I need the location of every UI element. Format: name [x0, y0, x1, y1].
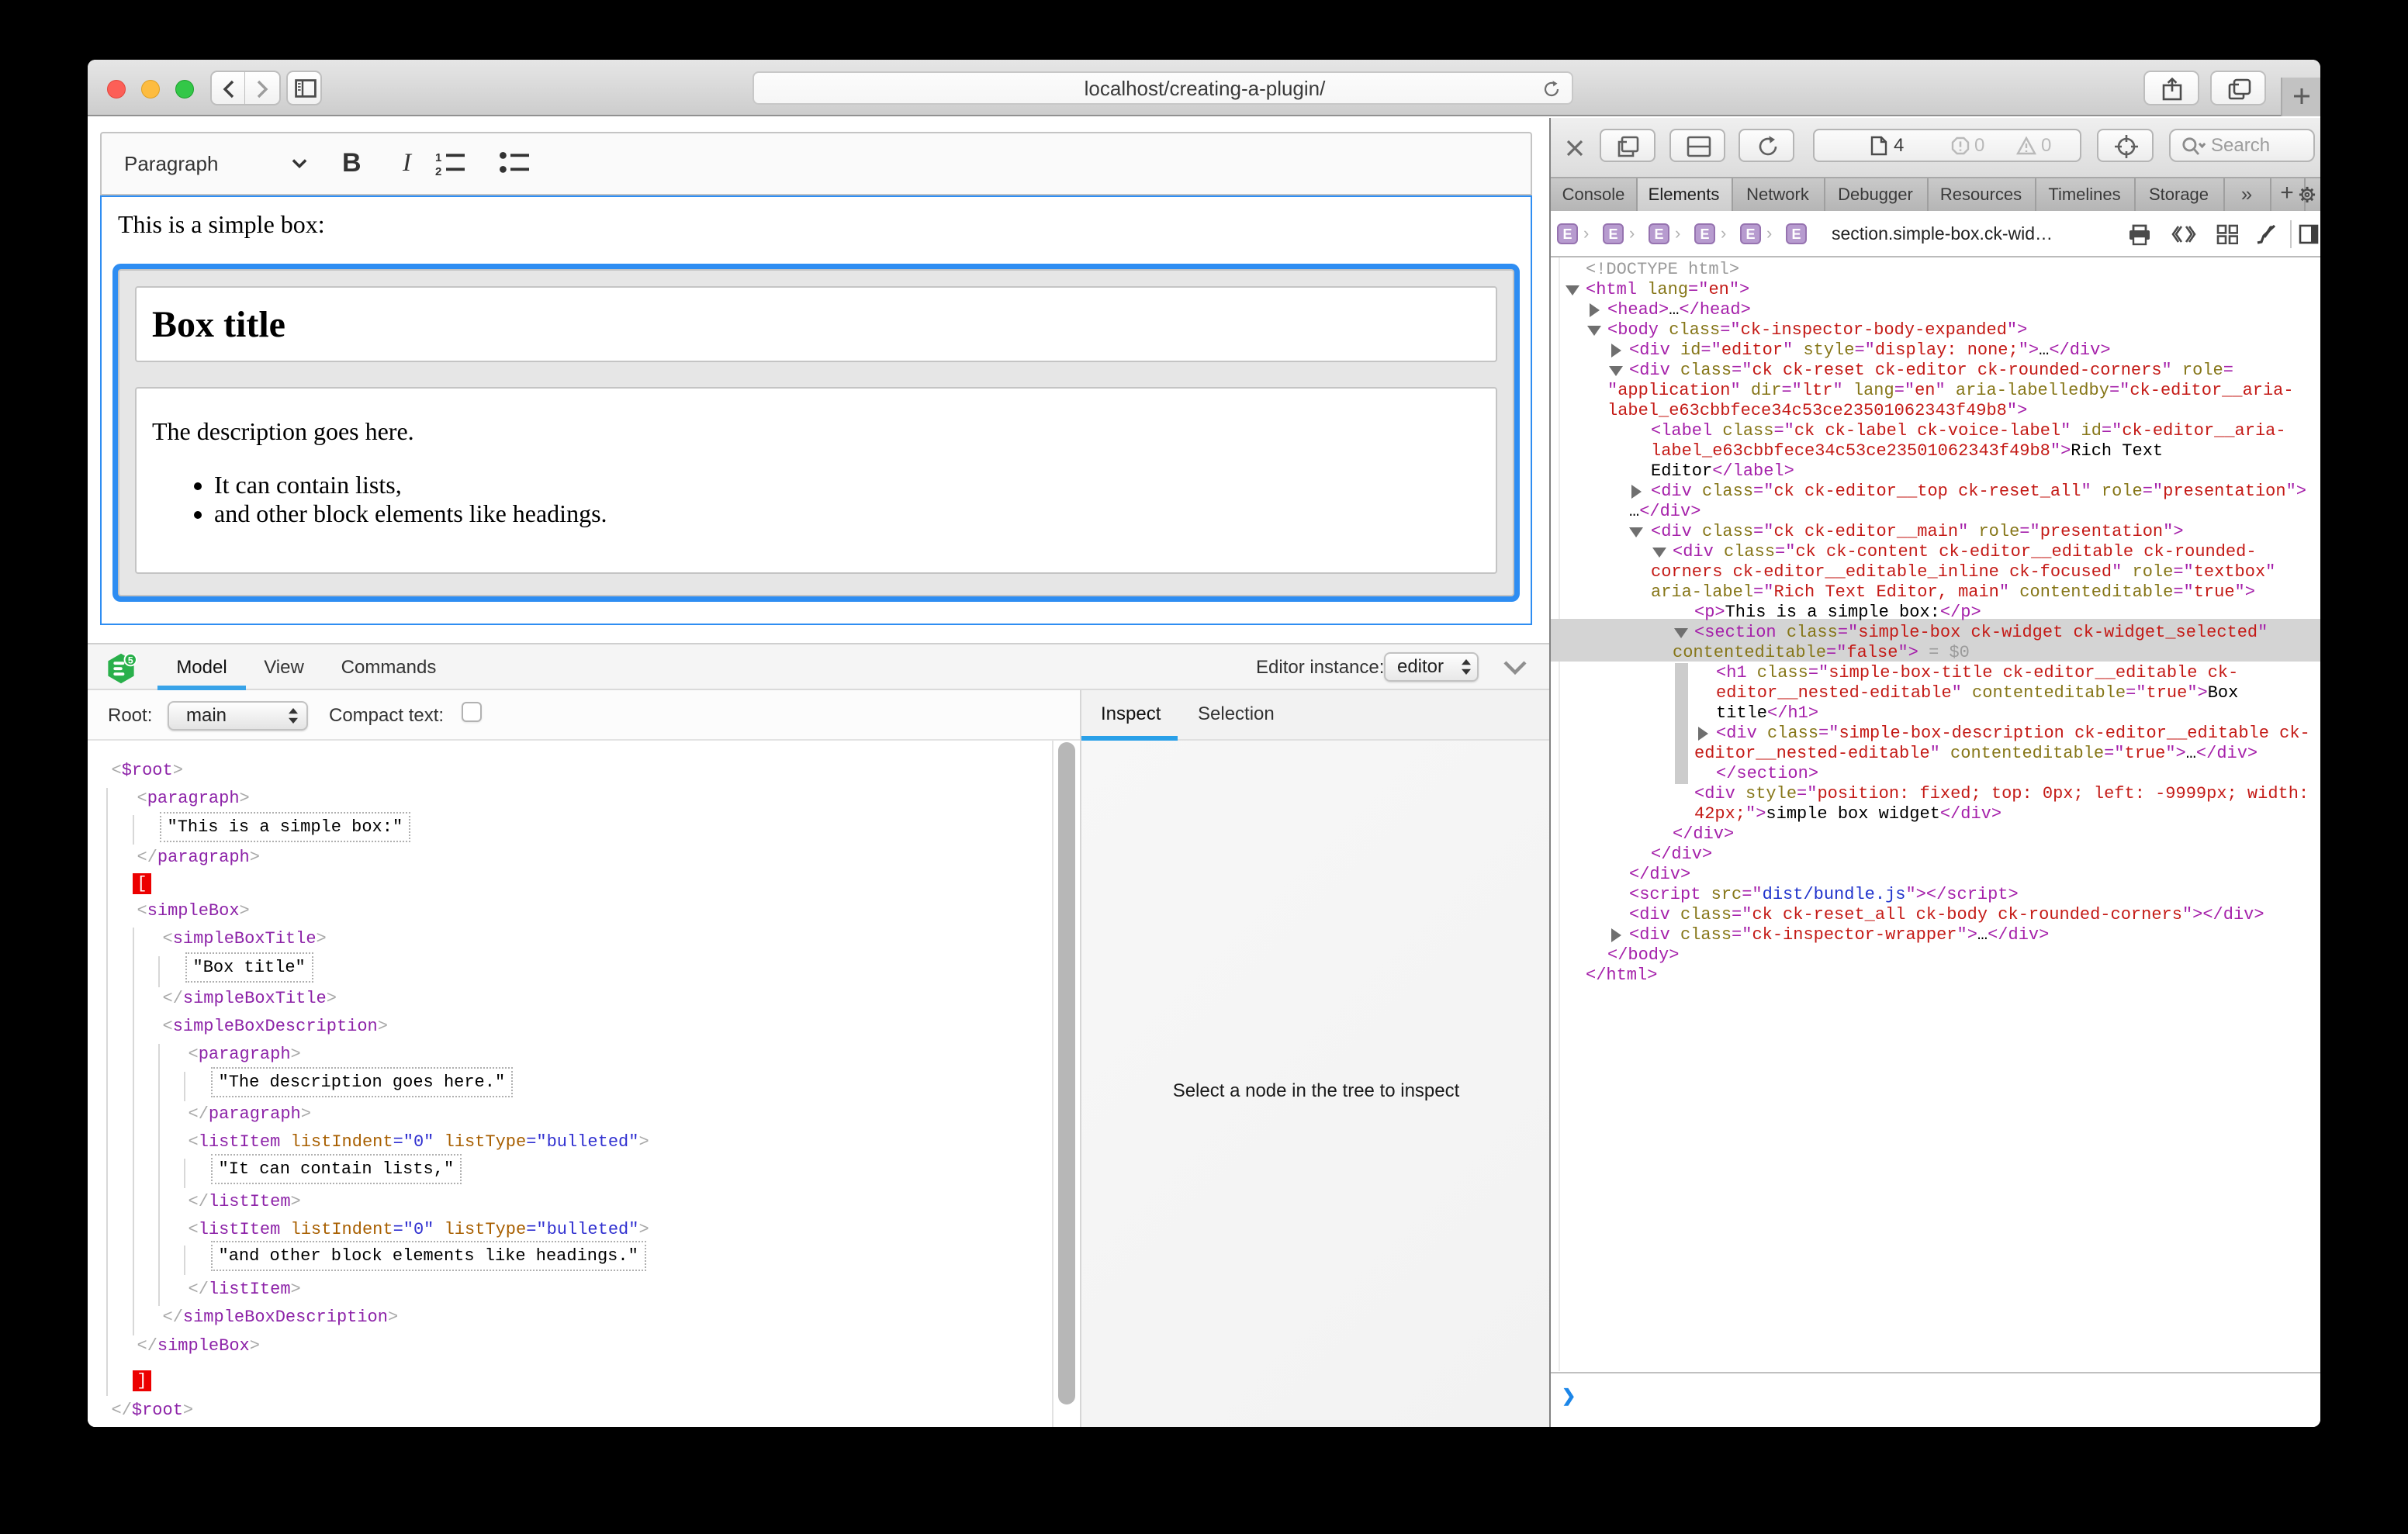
svg-text:1: 1: [435, 151, 441, 164]
svg-text:5: 5: [128, 655, 133, 665]
svg-text:2: 2: [435, 165, 441, 177]
